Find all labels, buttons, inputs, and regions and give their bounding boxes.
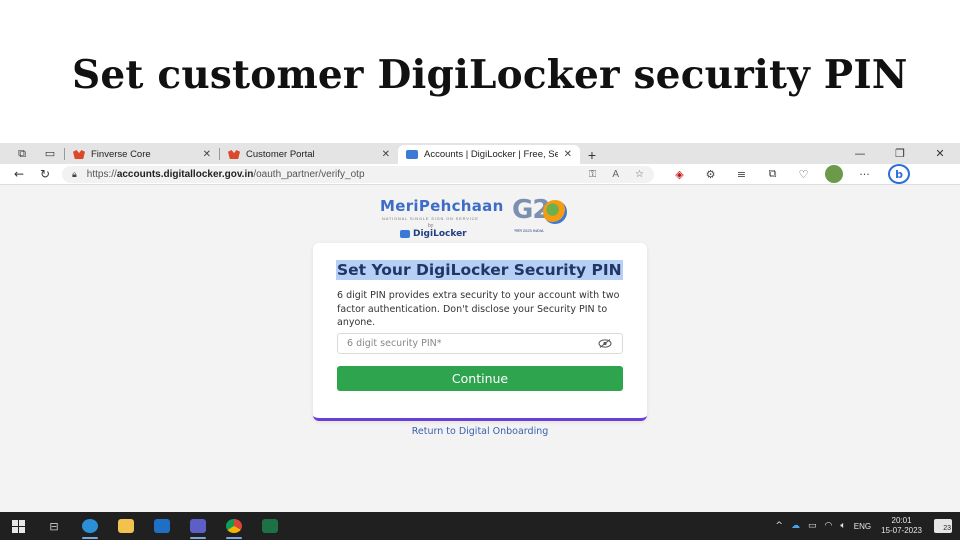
collections-icon[interactable]: ⧉	[757, 164, 788, 184]
onedrive-icon[interactable]: ☁	[791, 521, 800, 531]
extensions-puzzle-icon[interactable]: ⚙	[695, 164, 726, 184]
url-host: accounts.digitallocker.gov.in	[116, 168, 254, 180]
outlook-icon[interactable]	[144, 512, 180, 540]
back-arrow-icon[interactable]: ←	[6, 164, 32, 184]
security-pin-card: Set Your DigiLocker Security PIN 6 digit…	[313, 243, 647, 421]
close-window-button[interactable]: ✕	[920, 143, 960, 164]
browser-window: ⧉ ▭ Finverse Core ✕ Customer Portal ✕ Ac…	[0, 143, 960, 540]
g20-subtitle: भारत 2023 INDIA	[514, 228, 544, 233]
security-pin-input[interactable]	[347, 338, 597, 349]
g20-globe-icon	[543, 200, 567, 224]
read-aloud-icon[interactable]: A	[612, 169, 619, 180]
excel-icon[interactable]	[252, 512, 288, 540]
pin-field-wrapper	[337, 333, 623, 354]
key-icon[interactable]: ⚿	[589, 169, 597, 180]
language-indicator[interactable]: ENG	[854, 522, 871, 531]
page-viewport: MeriPehchaan NATIONAL SINGLE SIGN ON SER…	[0, 185, 960, 512]
clock-time: 20:01	[891, 516, 912, 525]
url-actions: ⚿ A ☆	[589, 169, 644, 180]
card-title: Set Your DigiLocker Security PIN	[336, 260, 623, 280]
tab-label: Finverse Core	[91, 149, 151, 160]
workspaces-icon[interactable]: ⧉	[8, 143, 36, 164]
edge-browser-icon[interactable]	[72, 512, 108, 540]
task-view-icon[interactable]: ⊟	[36, 512, 72, 540]
bing-chat-icon[interactable]: b	[888, 164, 910, 184]
tab-bar: ⧉ ▭ Finverse Core ✕ Customer Portal ✕ Ac…	[0, 143, 960, 164]
finverse-favicon-icon	[228, 150, 240, 159]
tab-finverse-core[interactable]: Finverse Core ✕	[65, 145, 219, 164]
file-explorer-icon[interactable]	[108, 512, 144, 540]
system-tray: ^ ☁ ▭ ◠ 🔈︎ ENG 20:01 15-07-2023 23	[775, 516, 960, 536]
digilocker-logo: DigiLocker	[400, 229, 467, 239]
slide: Set customer DigiLocker security PIN ⧉ ▭…	[0, 0, 960, 540]
chevron-up-icon[interactable]: ^	[775, 521, 783, 531]
slide-title: Set customer DigiLocker security PIN	[72, 52, 908, 98]
digilocker-favicon-icon	[406, 150, 418, 159]
finverse-favicon-icon	[73, 150, 85, 159]
card-description: 6 digit PIN provides extra security to y…	[337, 290, 620, 328]
windows-start-icon[interactable]	[0, 512, 36, 540]
close-tab-icon[interactable]: ✕	[382, 149, 390, 160]
close-tab-icon[interactable]: ✕	[203, 149, 211, 160]
tab-label: Accounts | DigiLocker | Free, Sec	[424, 149, 558, 160]
extensions-area: ◈ ⚙ ≡ ⧉ ♡ ··· b	[664, 164, 910, 184]
tab-label: Customer Portal	[246, 149, 315, 160]
favorite-star-icon[interactable]: ☆	[635, 169, 644, 180]
url-field[interactable]: 🔒︎ https:// accounts.digitallocker.gov.i…	[62, 165, 654, 183]
tab-digilocker-accounts[interactable]: Accounts | DigiLocker | Free, Sec ✕	[398, 145, 580, 164]
chrome-icon[interactable]	[216, 512, 252, 540]
clock-date: 15-07-2023	[881, 526, 922, 535]
refresh-icon[interactable]: ↻	[32, 164, 58, 184]
lock-icon[interactable]: 🔒︎	[72, 169, 77, 180]
windows-taskbar: ⊟ ^ ☁ ▭ ◠ 🔈︎ ENG 20:01 15-07-2023 23	[0, 512, 960, 540]
profile-avatar[interactable]	[825, 165, 843, 183]
browser-essentials-icon[interactable]: ♡	[788, 164, 819, 184]
meripehchaan-wordmark: MeriPehchaan	[380, 197, 504, 215]
mcafee-extension-icon[interactable]: ◈	[664, 164, 695, 184]
volume-icon[interactable]: 🔈︎	[840, 521, 845, 531]
meripehchaan-logo: MeriPehchaan NATIONAL SINGLE SIGN ON SER…	[380, 195, 580, 240]
url-scheme: https://	[86, 168, 117, 180]
more-options-icon[interactable]: ···	[849, 164, 880, 184]
return-to-onboarding-link[interactable]: Return to Digital Onboarding	[0, 426, 960, 437]
show-pin-eye-icon[interactable]	[597, 339, 613, 349]
clock[interactable]: 20:01 15-07-2023	[881, 516, 922, 536]
favorites-list-icon[interactable]: ≡	[726, 164, 757, 184]
continue-button[interactable]: Continue	[337, 366, 623, 391]
window-controls: — ❐ ✕	[840, 143, 960, 164]
new-tab-button[interactable]: +	[580, 145, 604, 164]
battery-icon[interactable]: ▭	[808, 521, 817, 531]
logo-tagline: NATIONAL SINGLE SIGN ON SERVICE	[382, 216, 479, 221]
url-path: /oauth_partner/verify_otp	[253, 168, 365, 180]
tray-icons: ^ ☁ ▭ ◠ 🔈︎	[775, 521, 845, 531]
digilocker-icon	[400, 230, 410, 238]
digilocker-wordmark: DigiLocker	[413, 229, 467, 239]
teams-icon[interactable]	[180, 512, 216, 540]
wifi-icon[interactable]: ◠	[824, 521, 832, 531]
close-tab-icon[interactable]: ✕	[564, 149, 572, 160]
notification-badge[interactable]: 23	[934, 519, 952, 533]
restore-button[interactable]: ❐	[880, 143, 920, 164]
tab-actions-icon[interactable]: ▭	[36, 143, 64, 164]
address-bar: ← ↻ 🔒︎ https:// accounts.digitallocker.g…	[0, 164, 960, 185]
minimize-button[interactable]: —	[840, 143, 880, 164]
tab-customer-portal[interactable]: Customer Portal ✕	[220, 145, 398, 164]
